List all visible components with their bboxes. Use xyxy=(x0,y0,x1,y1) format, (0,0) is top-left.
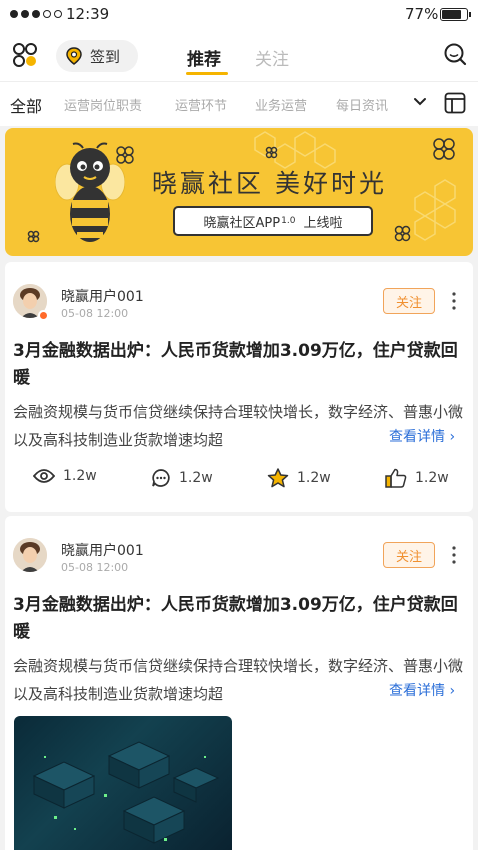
eye-icon xyxy=(33,469,55,483)
favorites-count: 1.2w xyxy=(297,470,331,486)
view-details-label: 查看详情 xyxy=(389,683,445,699)
battery-percent: 77% xyxy=(405,5,439,23)
favorites-stat[interactable]: 1.2w xyxy=(267,468,331,488)
category-item[interactable]: 每日资讯 xyxy=(336,95,388,114)
pill-tail-text: 上线啦 xyxy=(303,215,343,231)
view-details-label: 查看详情 xyxy=(389,429,445,445)
tab-following[interactable]: 关注 xyxy=(255,45,289,70)
view-details-link[interactable]: 查看详情 › xyxy=(389,680,455,700)
status-time: 12:39 xyxy=(66,5,110,23)
category-item[interactable]: 业务运营 xyxy=(255,95,307,114)
category-all[interactable]: 全部 xyxy=(10,93,42,117)
chevron-down-icon[interactable] xyxy=(412,94,428,110)
checkin-label: 签到 xyxy=(90,47,121,66)
post-title[interactable]: 3月金融数据出炉：人民币货款增加3.09万亿，住户贷款回暖 xyxy=(13,592,463,646)
comments-count: 1.2w xyxy=(179,470,213,486)
battery-icon xyxy=(440,8,471,21)
post-card[interactable]: 晓赢用户001 05-08 12:00 关注 3月金融数据出炉：人民币货款增加3… xyxy=(5,262,473,512)
post-username[interactable]: 晓赢用户001 xyxy=(61,540,144,560)
thumbs-up-icon xyxy=(385,468,407,488)
views-count: 1.2w xyxy=(63,468,97,484)
tab-recommend[interactable]: 推荐 xyxy=(187,45,221,70)
post-date: 05-08 12:00 xyxy=(61,561,129,574)
post-title[interactable]: 3月金融数据出炉：人民币货款增加3.09万亿，住户贷款回暖 xyxy=(13,338,463,392)
more-options-icon[interactable] xyxy=(452,546,456,564)
avatar[interactable] xyxy=(13,538,47,572)
post-date: 05-08 12:00 xyxy=(61,307,129,320)
apps-menu-icon[interactable] xyxy=(12,42,38,68)
view-details-link[interactable]: 查看详情 › xyxy=(389,426,455,446)
verified-badge-icon xyxy=(38,310,49,321)
follow-button[interactable]: 关注 xyxy=(383,542,435,568)
pill-main-text: 晓赢社区APP xyxy=(203,215,281,231)
follow-button[interactable]: 关注 xyxy=(383,288,435,314)
bee-mascot-icon xyxy=(55,142,125,242)
chevron-right-icon: › xyxy=(449,429,456,445)
star-icon xyxy=(267,468,289,488)
views-stat[interactable]: 1.2w xyxy=(33,468,97,484)
likes-count: 1.2w xyxy=(415,470,449,486)
search-icon[interactable] xyxy=(443,42,467,66)
post-image[interactable] xyxy=(14,716,232,850)
top-header: 签到 推荐 关注 xyxy=(0,30,478,82)
checkin-button[interactable]: 签到 xyxy=(56,40,138,72)
comment-icon xyxy=(152,469,170,487)
likes-stat[interactable]: 1.2w xyxy=(385,468,449,488)
signal-icon xyxy=(10,10,62,18)
comments-stat[interactable]: 1.2w xyxy=(151,468,213,488)
chevron-right-icon: › xyxy=(449,683,456,699)
category-item[interactable]: 运营环节 xyxy=(175,95,227,114)
pill-version: 1.0 xyxy=(281,216,296,226)
status-bar: 12:39 77% xyxy=(0,0,478,30)
user-avatar-icon xyxy=(13,538,47,572)
active-tab-indicator xyxy=(186,72,228,75)
post-username[interactable]: 晓赢用户001 xyxy=(61,286,144,306)
post-card[interactable]: 晓赢用户001 05-08 12:00 关注 3月金融数据出炉：人民币货款增加3… xyxy=(5,516,473,850)
banner-launch-pill: 晓赢社区APP 1.0 上线啦 xyxy=(173,206,373,236)
more-options-icon[interactable] xyxy=(452,292,456,310)
category-bar: 全部 运营岗位职责 运营环节 业务运营 每日资讯 xyxy=(0,82,478,126)
circuit-image-icon xyxy=(32,741,220,844)
location-coin-icon xyxy=(66,47,82,65)
layout-toggle-icon[interactable] xyxy=(444,92,466,114)
promo-banner[interactable]: 晓赢社区 美好时光 晓赢社区APP 1.0 上线啦 xyxy=(5,128,473,256)
category-item[interactable]: 运营岗位职责 xyxy=(64,95,142,114)
banner-slogan: 晓赢社区 美好时光 xyxy=(152,169,387,198)
